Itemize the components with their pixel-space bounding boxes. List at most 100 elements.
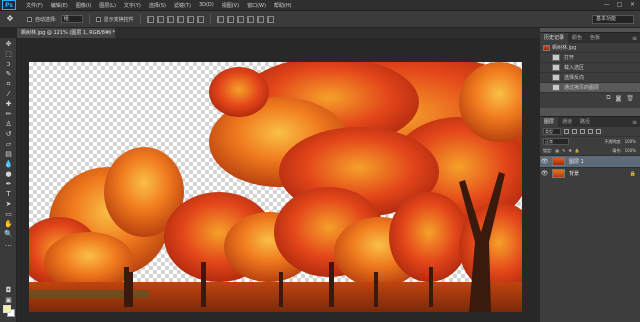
type-tool-icon[interactable]: T	[3, 190, 14, 199]
lock-pixels-icon[interactable]: ▦	[555, 148, 559, 153]
blend-mode-dropdown[interactable]: 正常	[543, 138, 569, 145]
document-tab[interactable]: 枫树林.jpg @ 121% (图层 1, RGB/8#) * ×	[17, 28, 115, 38]
menu-view[interactable]: 视图(V)	[218, 2, 243, 9]
menu-edit[interactable]: 编辑(E)	[47, 2, 72, 9]
eraser-tool-icon[interactable]: ▱	[3, 140, 14, 149]
distribute-hcenter-icon[interactable]	[256, 15, 264, 23]
tab-paths[interactable]: 路径	[576, 117, 594, 127]
distribute-top-icon[interactable]	[216, 15, 224, 23]
menu-select[interactable]: 选择(S)	[145, 2, 170, 9]
align-hcenter-icon[interactable]	[186, 15, 194, 23]
eyedropper-tool-icon[interactable]: ⁄	[3, 90, 14, 99]
history-brush-tool-icon[interactable]: ↺	[3, 130, 14, 139]
menu-layer[interactable]: 图层(L)	[95, 2, 120, 9]
history-item[interactable]: 载入选区	[540, 63, 640, 73]
healing-brush-tool-icon[interactable]: ✚	[3, 100, 14, 109]
filter-shape-icon[interactable]	[588, 129, 593, 134]
maximize-button[interactable]: □	[615, 1, 624, 9]
tab-layers[interactable]: 图层	[540, 117, 559, 127]
document-canvas[interactable]	[29, 62, 522, 312]
menu-file[interactable]: 文件(F)	[22, 2, 47, 9]
history-step-icon	[552, 74, 560, 81]
minimize-button[interactable]: —	[602, 1, 611, 9]
align-bottom-icon[interactable]	[166, 15, 174, 23]
hand-tool-icon[interactable]: ✋	[3, 220, 14, 229]
auto-select-dropdown[interactable]: 组	[60, 15, 83, 23]
divider	[139, 14, 141, 24]
distribute-left-icon[interactable]	[246, 15, 254, 23]
menu-window[interactable]: 窗口(W)	[243, 2, 270, 9]
move-tool-icon[interactable]: ✥	[3, 13, 17, 25]
filter-type-icon[interactable]	[580, 129, 585, 134]
tab-swatches[interactable]: 色板	[586, 33, 604, 43]
menu-help[interactable]: 帮助(H)	[270, 2, 296, 9]
history-item[interactable]: 打开	[540, 53, 640, 63]
dodge-tool-icon[interactable]: ●	[3, 170, 14, 179]
window-controls: — □ ✕	[602, 1, 637, 9]
trees-left	[29, 147, 184, 292]
fill-value[interactable]: 100%	[625, 148, 636, 153]
shape-tool-icon[interactable]: ▭	[3, 210, 14, 219]
menu-3d[interactable]: 3D(D)	[195, 2, 218, 9]
visibility-eye-icon[interactable]: 👁	[540, 158, 549, 165]
close-tab-icon[interactable]: ×	[107, 28, 112, 38]
tab-channels[interactable]: 通道	[558, 117, 576, 127]
align-right-icon[interactable]	[196, 15, 204, 23]
fill-label: 填充:	[612, 147, 622, 153]
path-selection-tool-icon[interactable]: ➤	[3, 200, 14, 209]
lock-paint-icon[interactable]: ✎	[562, 148, 565, 153]
move-tool-icon[interactable]: ✥	[3, 40, 14, 49]
lock-position-icon[interactable]: ✥	[569, 148, 572, 153]
history-step-icon	[552, 54, 560, 61]
opacity-value[interactable]: 100%	[625, 139, 636, 144]
history-item-selected[interactable]: 通过拷贝的图层	[540, 83, 640, 93]
align-left-icon[interactable]	[176, 15, 184, 23]
quick-select-tool-icon[interactable]: ✎	[3, 70, 14, 79]
trash-icon[interactable]: 🗑	[626, 95, 634, 102]
crop-tool-icon[interactable]: ⌗	[3, 80, 14, 89]
quick-mask-icon[interactable]: ◘	[3, 286, 14, 295]
distribute-vcenter-icon[interactable]	[226, 15, 234, 23]
show-transform-checkbox[interactable]	[95, 16, 101, 22]
new-document-icon[interactable]: ⧉	[606, 94, 610, 102]
tab-history[interactable]: 历史记录	[540, 33, 569, 43]
lasso-tool-icon[interactable]: ↄ	[3, 60, 14, 69]
layer-row[interactable]: 👁 图层 1	[540, 155, 640, 167]
align-vcenter-icon[interactable]	[156, 15, 164, 23]
blur-tool-icon[interactable]: 💧	[3, 160, 14, 169]
tab-color[interactable]: 颜色	[568, 33, 586, 43]
close-button[interactable]: ✕	[628, 1, 637, 9]
lock-all-icon[interactable]: 🔒	[575, 148, 580, 153]
panel-menu-icon[interactable]: ≡	[632, 119, 637, 126]
layer-filter-dropdown[interactable]: 类型	[543, 128, 561, 135]
foreground-color-swatch[interactable]	[3, 305, 11, 313]
workspace-switcher[interactable]: 基本功能	[592, 15, 634, 24]
filter-pixel-icon[interactable]	[564, 129, 569, 134]
screen-mode-icon[interactable]: ▣	[3, 296, 14, 305]
auto-select-checkbox[interactable]	[27, 16, 32, 22]
filter-smart-object-icon[interactable]	[596, 129, 601, 134]
more-tools-icon[interactable]: …	[3, 240, 14, 249]
snapshot-camera-icon[interactable]: ◙	[616, 95, 622, 102]
pen-tool-icon[interactable]: ✒	[3, 180, 14, 189]
clone-stamp-tool-icon[interactable]: ♙	[3, 120, 14, 129]
menu-type[interactable]: 文字(Y)	[120, 2, 145, 9]
align-top-icon[interactable]	[146, 15, 154, 23]
menu-image[interactable]: 图像(I)	[72, 2, 95, 9]
menu-filter[interactable]: 滤镜(T)	[170, 2, 195, 9]
history-item[interactable]: 选择反向	[540, 73, 640, 83]
panel-menu-icon[interactable]: ≡	[632, 35, 637, 42]
autumn-maple-forest-image	[29, 62, 522, 312]
distribute-bottom-icon[interactable]	[236, 15, 244, 23]
photoshop-logo: Ps	[2, 0, 16, 10]
gradient-tool-icon[interactable]: ▤	[3, 150, 14, 159]
brush-tool-icon[interactable]: ✏	[3, 110, 14, 119]
blend-options-row: 正常 不透明度: 100%	[540, 137, 640, 146]
layer-row[interactable]: 👁 背景 🔒	[540, 167, 640, 179]
zoom-tool-icon[interactable]: 🔍	[3, 230, 14, 239]
history-snapshot[interactable]: 枫树林.jpg	[540, 43, 640, 53]
visibility-eye-icon[interactable]: 👁	[540, 170, 549, 177]
distribute-right-icon[interactable]	[266, 15, 274, 23]
filter-adjustment-icon[interactable]	[572, 129, 577, 134]
marquee-tool-icon[interactable]: ⬚	[3, 50, 14, 59]
